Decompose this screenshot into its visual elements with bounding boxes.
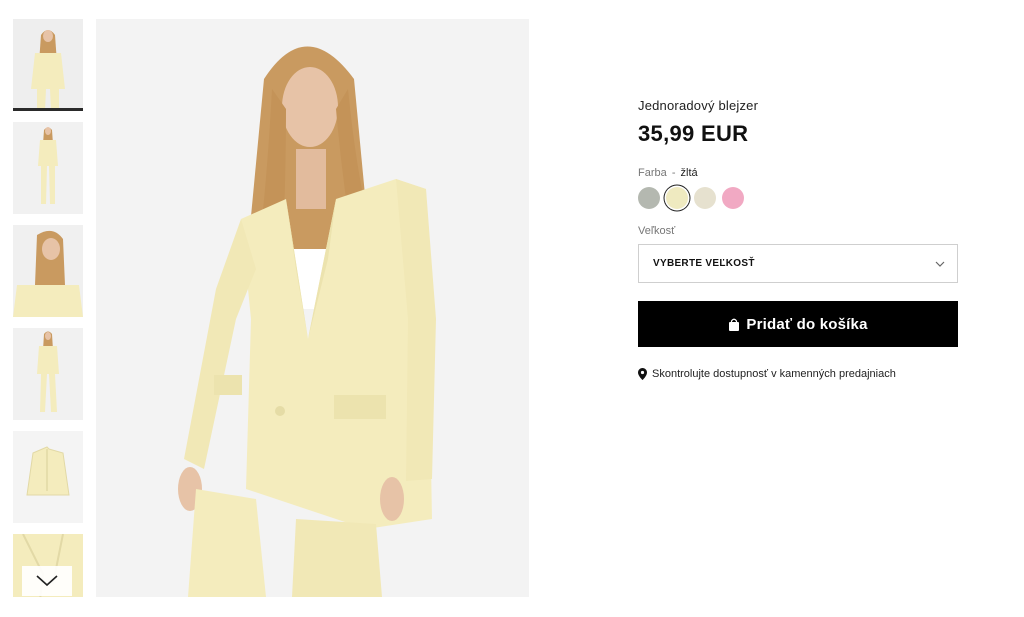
store-availability-label: Skontrolujte dostupnosť v kamenných pred… bbox=[652, 368, 896, 380]
store-availability-link[interactable]: Skontrolujte dostupnosť v kamenných pred… bbox=[638, 368, 958, 380]
color-swatch-yellow[interactable] bbox=[666, 187, 688, 209]
thumbnail-1-image bbox=[13, 19, 83, 111]
thumbnail-3-image bbox=[13, 225, 83, 317]
product-name: Jednoradový blejzer bbox=[638, 98, 759, 113]
thumbnail-2[interactable] bbox=[13, 122, 83, 214]
color-swatch-beige[interactable] bbox=[694, 187, 716, 209]
add-to-cart-label: Pridať do košíka bbox=[746, 315, 868, 333]
thumbnail-4[interactable] bbox=[13, 328, 83, 420]
size-label: Veľkosť bbox=[638, 225, 676, 237]
color-separator: - bbox=[671, 167, 676, 179]
thumbnail-4-image bbox=[13, 328, 83, 420]
product-info-panel: Jednoradový blejzer 35,99 EUR Farba - žl… bbox=[638, 98, 958, 380]
color-label: Farba bbox=[638, 167, 667, 179]
thumbnail-5[interactable] bbox=[13, 431, 83, 523]
thumbnail-3[interactable] bbox=[13, 225, 83, 317]
location-pin-icon bbox=[638, 368, 647, 380]
size-select-placeholder: VYBERTE VEĽKOSŤ bbox=[653, 258, 755, 269]
add-to-cart-button[interactable]: Pridať do košíka bbox=[638, 301, 958, 347]
color-swatches bbox=[638, 187, 958, 209]
main-product-image[interactable] bbox=[96, 19, 529, 597]
thumbnail-gallery bbox=[13, 19, 83, 597]
color-label-row: Farba - žltá bbox=[638, 167, 958, 179]
color-selected-value: žltá bbox=[680, 167, 698, 179]
color-swatch-pink[interactable] bbox=[722, 187, 744, 209]
chevron-down-icon bbox=[36, 575, 58, 587]
thumbnail-1[interactable] bbox=[13, 19, 83, 111]
product-photo bbox=[96, 19, 529, 597]
size-select[interactable]: VYBERTE VEĽKOSŤ bbox=[638, 244, 958, 283]
chevron-down-icon bbox=[935, 261, 945, 267]
color-swatch-gray-green[interactable] bbox=[638, 187, 660, 209]
thumbnail-5-image bbox=[13, 431, 83, 523]
shopping-bag-icon bbox=[729, 318, 740, 331]
thumbnail-scroll-down-button[interactable] bbox=[22, 566, 72, 596]
thumbnail-2-image bbox=[13, 122, 83, 214]
product-price: 35,99 EUR bbox=[638, 121, 749, 146]
